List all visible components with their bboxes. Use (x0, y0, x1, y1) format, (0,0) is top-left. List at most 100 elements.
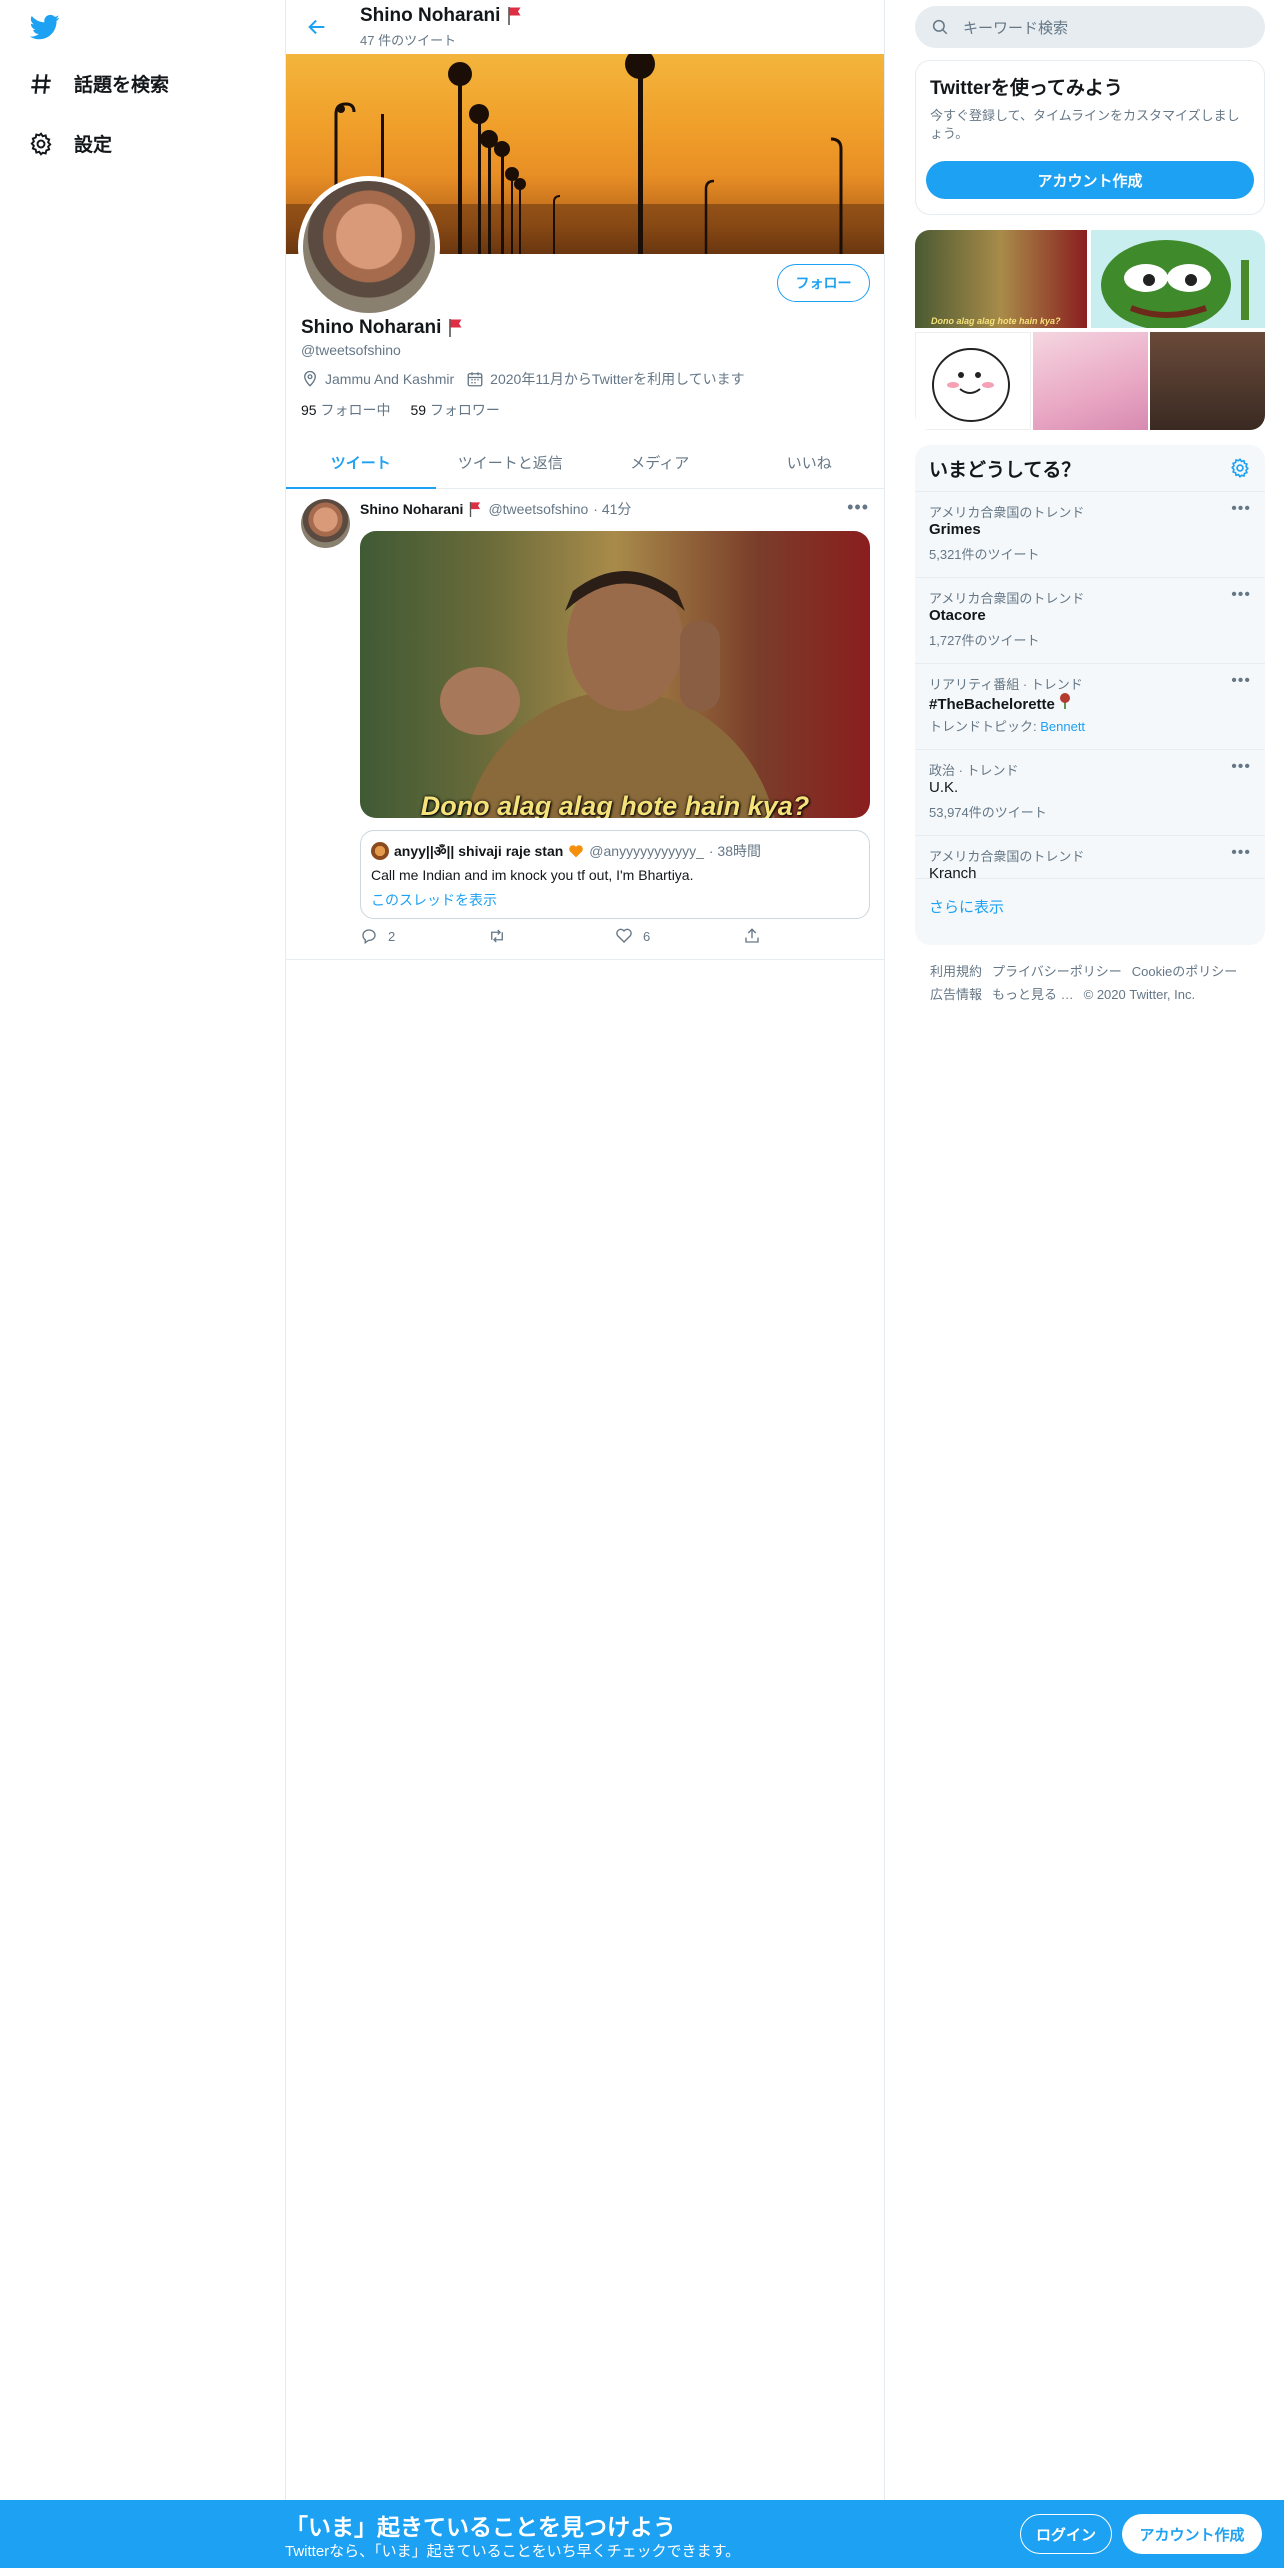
footer-link-ads[interactable]: 広告情報 (930, 987, 982, 1002)
tweet[interactable]: Shino Noharani @tweetsofshino · 41分 ••• … (286, 489, 884, 960)
quoted-tweet-text: Call me Indian and im knock you tf out, … (371, 867, 694, 883)
trend-item[interactable]: アメリカ合衆国のトレンド Kranch ••• (915, 835, 1265, 882)
tab-tweets[interactable]: ツイート (286, 437, 436, 489)
trend-count: 5,321件のツイート (929, 547, 1040, 562)
trend-item[interactable]: リアリティ番組 · トレンド #TheBachelorette トレンドトピック… (915, 663, 1265, 749)
trend-name: U.K. (929, 779, 959, 796)
quoted-tweet-time: · 38時間 (708, 843, 761, 859)
footer-link-privacy[interactable]: プライバシーポリシー (992, 964, 1122, 979)
search-box[interactable]: キーワード検索 (915, 6, 1265, 48)
more-options-icon[interactable]: ••• (1231, 672, 1251, 690)
signup-card: Twitterを使ってみよう 今すぐ登録して、タイムラインをカスタマイズしましょ… (915, 60, 1265, 215)
trend-topic-prefix: トレンドトピック: (929, 719, 1041, 734)
red-flag-icon (470, 501, 481, 517)
footer-link-cookies[interactable]: Cookieのポリシー (1132, 964, 1237, 979)
show-more-link[interactable]: さらに表示 (915, 878, 1265, 933)
tweet-avatar[interactable] (301, 499, 350, 548)
followers-stat[interactable]: 59 フォロワー (410, 400, 499, 420)
footer-link-more[interactable]: もっと見る … (992, 987, 1074, 1002)
trend-item[interactable]: 政治 · トレンド U.K. 53,974件のツイート ••• (915, 749, 1265, 835)
reply-count: 2 (388, 928, 396, 944)
media-thumb-1[interactable]: Dono alag alag hote hain kya? (915, 230, 1087, 328)
profile-header-bar: Shino Noharani 47 件のツイート (286, 0, 884, 54)
profile-avatar[interactable] (298, 176, 440, 318)
retweet-button[interactable] (488, 927, 616, 945)
follow-button[interactable]: フォロー (777, 264, 870, 302)
media-thumb-2[interactable] (1091, 230, 1265, 330)
tweet-media-image[interactable]: Dono alag alag hote hain kya? (360, 531, 870, 818)
trend-name: Otacore (929, 607, 986, 624)
tweet-time[interactable]: · 41分 (593, 499, 631, 519)
following-label: フォロー中 (320, 402, 391, 418)
nav-settings[interactable]: 設定 (28, 130, 112, 157)
bottom-create-account-button[interactable]: アカウント作成 (1122, 2514, 1262, 2554)
quoted-tweet-author-handle: @anyyyyyyyyyyy_ (589, 843, 704, 859)
trend-topic-link[interactable]: Bennett (1040, 719, 1085, 734)
tweet-author-handle[interactable]: @tweetsofshino (488, 501, 588, 517)
like-count: 6 (643, 928, 651, 944)
quoted-tweet[interactable]: anyy||ॐ|| shivaji raje stan @anyyyyyyyyy… (360, 830, 870, 919)
followers-label: フォロワー (429, 402, 500, 418)
footer-link-terms[interactable]: 利用規約 (930, 964, 982, 979)
more-options-icon[interactable]: ••• (1231, 844, 1251, 862)
more-options-icon[interactable]: ••• (1231, 500, 1251, 518)
left-navigation: 話題を検索 設定 (0, 0, 285, 2568)
more-options-icon[interactable]: ••• (847, 497, 869, 518)
more-options-icon[interactable]: ••• (1231, 758, 1251, 776)
tab-likes[interactable]: いいね (735, 437, 885, 488)
back-arrow-icon[interactable] (302, 13, 332, 41)
bottom-bar-title: 「いま」起きていることを見つけよう (285, 2514, 676, 2540)
trend-category: アメリカ合衆国のトレンド (929, 505, 1085, 520)
orange-heart-icon (569, 845, 584, 858)
trend-count: 53,974件のツイート (929, 805, 1047, 820)
trend-name: Grimes (929, 521, 981, 538)
calendar-icon (467, 372, 483, 387)
main-column: Shino Noharani 47 件のツイート フォロー Shino Noha… (285, 0, 885, 2500)
tweet-author-name[interactable]: Shino Noharani (360, 501, 463, 517)
share-button[interactable] (743, 927, 871, 945)
header-title: Shino Noharani (360, 5, 524, 27)
profile-location: Jammu And Kashmir (325, 371, 455, 387)
following-stat[interactable]: 95 フォロー中 (301, 400, 390, 420)
gear-icon (30, 131, 52, 156)
tab-media[interactable]: メディア (585, 437, 735, 488)
trend-name: #TheBachelorette (929, 693, 1071, 713)
header-name: Shino Noharani (360, 5, 501, 26)
trend-count: 1,727件のツイート (929, 633, 1040, 648)
profile-tabs: ツイート ツイートと返信 メディア いいね (286, 437, 884, 489)
login-button[interactable]: ログイン (1020, 2514, 1112, 2554)
footer-copyright: © 2020 Twitter, Inc. (1083, 987, 1196, 1002)
show-thread-link[interactable]: このスレッドを表示 (371, 890, 497, 910)
quoted-tweet-header: anyy||ॐ|| shivaji raje stan @anyyyyyyyyy… (371, 841, 761, 861)
media-thumb-5[interactable] (1150, 332, 1265, 430)
reply-button[interactable]: 2 (360, 927, 488, 945)
trend-category: リアリティ番組 · トレンド (929, 677, 1083, 692)
tab-tweets-and-replies[interactable]: ツイートと返信 (436, 437, 586, 488)
media-thumb-3[interactable] (915, 332, 1031, 430)
trends-panel: いまどうしてる？ アメリカ合衆国のトレンド Grimes 5,321件のツイート… (915, 445, 1265, 945)
profile-name-text: Shino Noharani (301, 317, 442, 338)
reply-icon (362, 929, 376, 945)
nav-explore-label: 話題を検索 (74, 75, 170, 96)
trend-category: 政治 · トレンド (929, 763, 1019, 778)
quoted-tweet-author-name: anyy||ॐ|| shivaji raje stan (394, 842, 564, 859)
trend-item[interactable]: アメリカ合衆国のトレンド Grimes 5,321件のツイート ••• (915, 491, 1265, 577)
trend-category: アメリカ合衆国のトレンド (929, 849, 1085, 864)
twitter-bird-icon[interactable] (28, 12, 62, 42)
heart-icon (616, 928, 632, 943)
bottom-signup-bar: 「いま」起きていることを見つけよう Twitterなら、「いま」起きていることを… (0, 2500, 1284, 2568)
nav-settings-label: 設定 (74, 135, 113, 156)
create-account-button[interactable]: アカウント作成 (926, 161, 1254, 199)
trends-title: いまどうしてる？ (929, 460, 1081, 481)
profile-handle: @tweetsofshino (301, 342, 401, 358)
more-options-icon[interactable]: ••• (1231, 586, 1251, 604)
red-flag-icon (449, 319, 462, 337)
media-thumb-caption: Dono alag alag hote hain kya? (931, 316, 1061, 326)
gear-icon[interactable] (1229, 457, 1251, 479)
like-button[interactable]: 6 (615, 927, 743, 945)
media-thumb-4[interactable] (1033, 332, 1148, 430)
following-count: 95 (301, 402, 317, 418)
nav-explore[interactable]: 話題を検索 (28, 70, 169, 97)
rose-icon (1060, 693, 1071, 709)
trend-item[interactable]: アメリカ合衆国のトレンド Otacore 1,727件のツイート ••• (915, 577, 1265, 663)
